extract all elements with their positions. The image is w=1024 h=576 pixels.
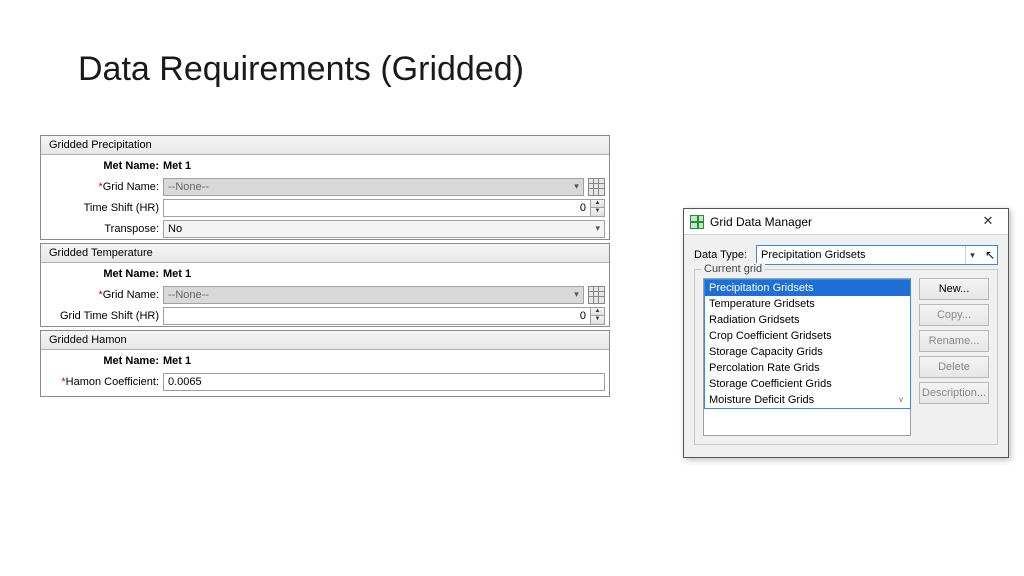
page-title: Data Requirements (Gridded) xyxy=(78,50,524,89)
transpose-value: No xyxy=(168,223,182,235)
dropdown-option[interactable]: Storage Coefficient Grids xyxy=(705,376,910,392)
grid-listbox[interactable]: Precipitation Gridsets ʌ Temperature Grid… xyxy=(703,278,911,436)
met-name-value: Met 1 xyxy=(163,268,605,280)
spin-down-button[interactable]: ▼ xyxy=(591,208,604,216)
chevron-down-icon: ▾ xyxy=(965,246,979,264)
dialog-title-text: Grid Data Manager xyxy=(710,215,974,229)
app-icon xyxy=(690,215,704,229)
transpose-label: Transpose: xyxy=(45,223,163,235)
panel-hamon: Gridded Hamon Met Name: Met 1 *Hamon Coe… xyxy=(40,330,610,397)
time-shift-input[interactable] xyxy=(163,199,591,217)
grid-name-label: *Grid Name: xyxy=(45,181,163,193)
current-grids-fieldset: Current grid Precipitation Gridsetsʌ Tem… xyxy=(694,269,998,445)
hamon-coef-label-text: Hamon Coefficient: xyxy=(66,376,159,388)
hamon-coef-input[interactable] xyxy=(163,373,605,391)
dropdown-option[interactable]: Precipitation Gridsets ʌ xyxy=(705,280,910,296)
grid-picker-icon[interactable] xyxy=(588,286,605,304)
scroll-down-icon[interactable]: v xyxy=(896,393,906,407)
delete-button[interactable]: Delete xyxy=(919,356,989,378)
grid-name-label-text: Grid Name: xyxy=(103,181,159,193)
scroll-up-icon[interactable]: ʌ xyxy=(896,281,906,295)
data-type-value: Precipitation Gridsets xyxy=(761,249,866,261)
panel-stack: Gridded Precipitation Met Name: Met 1 *G… xyxy=(40,135,610,400)
panel-tab-precipitation[interactable]: Gridded Precipitation xyxy=(41,136,609,155)
met-name-label: Met Name: xyxy=(45,268,163,280)
grid-picker-icon[interactable] xyxy=(588,178,605,196)
spin-down-button[interactable]: ▼ xyxy=(591,316,604,324)
panel-tab-temperature[interactable]: Gridded Temperature xyxy=(41,244,609,263)
opt-label: Precipitation Gridsets xyxy=(709,281,814,295)
opt-label: Moisture Deficit Grids xyxy=(709,393,814,407)
dropdown-option[interactable]: Temperature Gridsets xyxy=(705,296,910,312)
met-name-value: Met 1 xyxy=(163,355,605,367)
grid-name-dropdown[interactable]: --None-- ▾ xyxy=(163,178,584,196)
dropdown-option[interactable]: Storage Capacity Grids xyxy=(705,344,910,360)
spin-up-button[interactable]: ▲ xyxy=(591,200,604,209)
data-type-label: Data Type: xyxy=(694,249,756,261)
dialog-titlebar[interactable]: Grid Data Manager ✕ xyxy=(684,209,1008,235)
dropdown-option[interactable]: Moisture Deficit Grids v xyxy=(705,392,910,408)
panel-tab-hamon[interactable]: Gridded Hamon xyxy=(41,331,609,350)
chevron-down-icon: ▾ xyxy=(574,289,579,300)
description-button[interactable]: Description... xyxy=(919,382,989,404)
met-name-label: Met Name: xyxy=(45,160,163,172)
transpose-dropdown[interactable]: No ▾ xyxy=(163,220,605,238)
data-type-dropdown-list: Precipitation Gridsets ʌ Temperature Grid… xyxy=(704,279,911,409)
dropdown-option[interactable]: Percolation Rate Grids xyxy=(705,360,910,376)
copy-button[interactable]: Copy... xyxy=(919,304,989,326)
cursor-icon: ↖ xyxy=(985,248,995,262)
hamon-coef-label: *Hamon Coefficient: xyxy=(45,376,163,388)
dropdown-option[interactable]: Crop Coefficient Gridsets xyxy=(705,328,910,344)
grid-time-shift-label: Grid Time Shift (HR) xyxy=(45,310,163,322)
grid-name-dropdown-value: --None-- xyxy=(168,289,209,301)
time-shift-label: Time Shift (HR) xyxy=(45,202,163,214)
fieldset-legend: Current grid xyxy=(701,263,765,275)
rename-button[interactable]: Rename... xyxy=(919,330,989,352)
chevron-down-icon: ▾ xyxy=(574,181,579,192)
panel-temperature: Gridded Temperature Met Name: Met 1 *Gri… xyxy=(40,243,610,327)
grid-time-shift-input[interactable] xyxy=(163,307,591,325)
met-name-label: Met Name: xyxy=(45,355,163,367)
data-type-combobox[interactable]: Precipitation Gridsets ▾ ↖ xyxy=(756,245,998,265)
new-button[interactable]: New... xyxy=(919,278,989,300)
dropdown-option[interactable]: Radiation Gridsets xyxy=(705,312,910,328)
spin-up-button[interactable]: ▲ xyxy=(591,308,604,317)
grid-name-label-text: Grid Name: xyxy=(103,289,159,301)
grid-data-manager-dialog: Grid Data Manager ✕ Data Type: Precipita… xyxy=(683,208,1009,458)
met-name-value: Met 1 xyxy=(163,160,605,172)
close-button[interactable]: ✕ xyxy=(974,212,1002,232)
grid-name-dropdown[interactable]: --None-- ▾ xyxy=(163,286,584,304)
grid-name-dropdown-value: --None-- xyxy=(168,181,209,193)
chevron-down-icon: ▾ xyxy=(595,223,600,234)
panel-precipitation: Gridded Precipitation Met Name: Met 1 *G… xyxy=(40,135,610,240)
grid-name-label: *Grid Name: xyxy=(45,289,163,301)
